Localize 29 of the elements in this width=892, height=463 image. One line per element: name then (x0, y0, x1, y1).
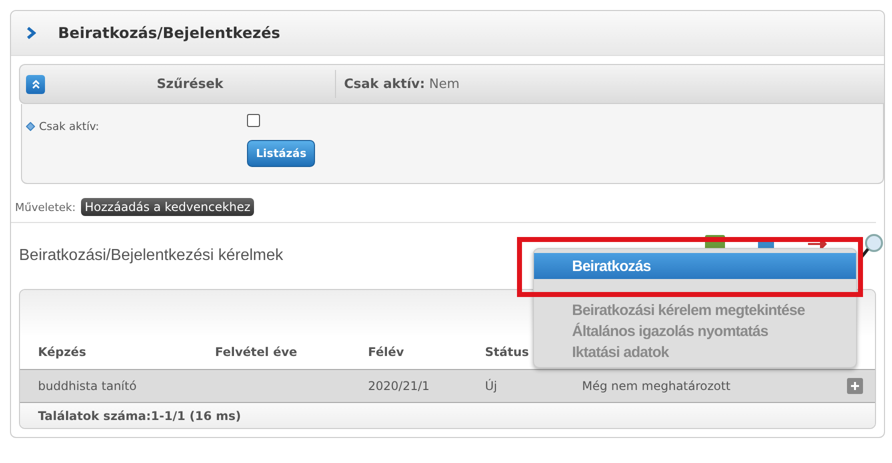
results-count: Találatok száma:1-1/1 (16 ms) (38, 408, 242, 422)
menu-item[interactable]: Beiratkozás (534, 253, 856, 279)
table-cell-text: Még nem meghatározott (581, 379, 732, 393)
column-header: Félév (367, 345, 405, 359)
section-title: Beiratkozási/Bejelentkezési kérelmek (19, 247, 284, 265)
table-cell-text: buddhista tanító (37, 379, 138, 393)
panel-title: Beiratkozás/Bejelentkezés (58, 24, 280, 42)
active-checkbox[interactable] (247, 114, 260, 127)
menu-item[interactable]: Beiratkozási kérelem megtekintése (534, 300, 856, 321)
table-row[interactable]: buddhista tanító 2020/21/1 Új Még nem meghatározott (20, 370, 875, 403)
menu-item[interactable]: Iktatási adatok (534, 342, 856, 363)
actions-label: Műveletek: (15, 200, 76, 214)
filter-title: Szűrések (156, 76, 224, 92)
plus-icon (851, 382, 859, 390)
column-header: Státus (484, 345, 530, 359)
menu-item[interactable]: Általános igazolás nyomtatás (534, 321, 856, 342)
field-label: Csak aktív: (39, 120, 100, 132)
plus-button[interactable] (847, 378, 863, 394)
table-cell-text: 2020/21/1 (367, 379, 431, 393)
list-button[interactable]: Listázás (247, 140, 316, 167)
favorite-button[interactable]: Hozzáadás a kedvencekhez (80, 198, 254, 216)
chevron-icon (27, 27, 36, 39)
diamond-icon (26, 122, 35, 130)
column-header: Felvétel éve (214, 345, 298, 359)
column-header: Képzés (37, 345, 88, 359)
chevrons-up-icon (30, 79, 40, 89)
filter-summary: Csak aktív: Nem (344, 76, 460, 92)
collapse-button[interactable] (26, 74, 45, 94)
table-cell-text: Új (484, 379, 498, 393)
